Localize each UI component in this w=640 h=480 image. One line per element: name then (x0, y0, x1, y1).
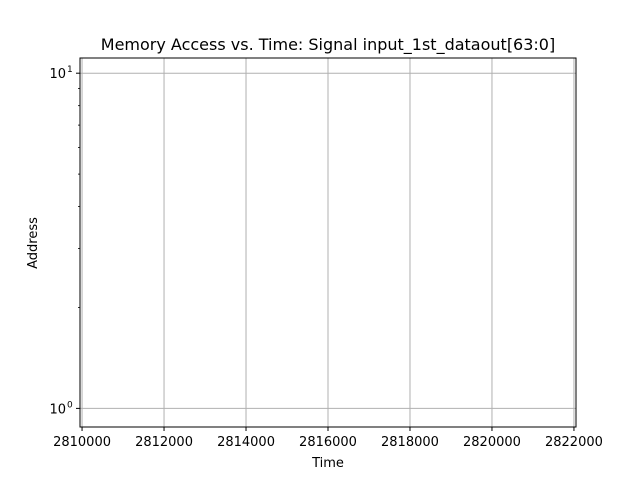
y-tick-label: 10 (49, 67, 66, 82)
y-tick-exponent: 0 (67, 400, 73, 410)
x-tick-label: 2822000 (545, 435, 603, 450)
x-axis-label: Time (311, 456, 344, 471)
x-tick-label: 2816000 (299, 435, 357, 450)
y-axis-label: Address (26, 217, 41, 269)
x-tick-label: 2814000 (217, 435, 275, 450)
x-tick-label: 2812000 (135, 435, 193, 450)
x-tick-label: 2810000 (53, 435, 111, 450)
y-tick-exponent: 1 (67, 65, 73, 75)
chart: Memory Access vs. Time: Signal input_1st… (0, 0, 640, 480)
x-tick-label: 2818000 (381, 435, 439, 450)
x-tick-label: 2820000 (463, 435, 521, 450)
chart-title: Memory Access vs. Time: Signal input_1st… (101, 35, 555, 55)
y-tick-label: 10 (49, 402, 66, 417)
